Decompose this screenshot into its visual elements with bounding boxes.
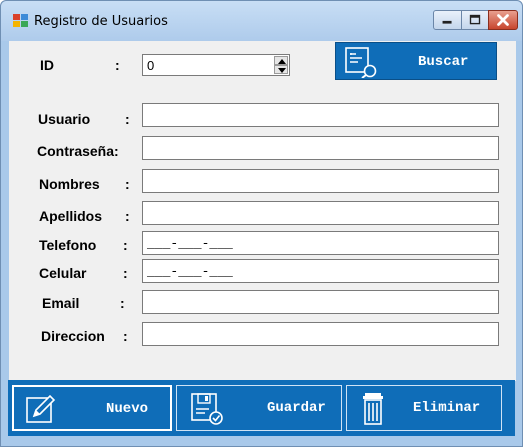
trash-icon <box>363 393 383 425</box>
celular-input[interactable]: ___-___-___ <box>142 259 499 283</box>
id-numeric-input[interactable]: 0 <box>142 54 290 76</box>
usuario-input[interactable] <box>142 103 499 127</box>
usuario-label: Usuario <box>38 111 91 127</box>
app-icon <box>13 14 29 28</box>
apellidos-input[interactable] <box>142 201 499 225</box>
search-button-label[interactable]: Buscar <box>418 54 468 70</box>
direccion-label: Direccion <box>41 328 105 344</box>
id-label: ID <box>40 57 54 73</box>
telefono-label: Telefono <box>39 237 97 253</box>
title-bar[interactable]: Registro de Usuarios <box>1 1 522 41</box>
celular-colon: : <box>123 265 128 281</box>
email-input[interactable] <box>142 290 499 314</box>
maximize-icon <box>469 14 481 25</box>
spin-up-button[interactable] <box>274 56 288 65</box>
delete-button[interactable]: Eliminar <box>346 385 502 431</box>
id-colon: : <box>115 57 120 73</box>
spin-down-button[interactable] <box>274 65 288 74</box>
search-button[interactable]: Buscar <box>335 42 497 80</box>
apellidos-label: Apellidos <box>39 208 103 224</box>
save-button[interactable]: Guardar <box>176 385 342 431</box>
save-icon <box>191 393 223 425</box>
email-label: Email <box>42 295 80 311</box>
nombres-label: Nombres <box>39 176 100 192</box>
direccion-colon: : <box>123 328 128 344</box>
maximize-button[interactable] <box>461 10 489 30</box>
delete-button-label[interactable]: Eliminar <box>413 400 480 416</box>
new-button-label[interactable]: Nuevo <box>106 401 148 417</box>
telefono-input[interactable]: ___-___-___ <box>142 231 499 255</box>
caret-up-icon <box>278 59 286 64</box>
caret-down-icon <box>278 68 286 73</box>
celular-label: Celular <box>39 265 87 281</box>
direccion-input[interactable] <box>142 322 499 346</box>
document-search-icon <box>345 47 377 78</box>
close-icon <box>497 14 509 26</box>
nombres-input[interactable] <box>142 169 499 193</box>
email-colon: : <box>120 295 125 311</box>
id-value[interactable]: 0 <box>147 58 154 73</box>
usuario-colon: : <box>125 111 130 127</box>
telefono-colon: : <box>123 237 128 253</box>
apellidos-colon: : <box>125 208 130 224</box>
contrasena-label: Contraseña: <box>37 143 119 159</box>
contrasena-input[interactable] <box>142 136 499 160</box>
edit-icon <box>26 394 56 423</box>
nombres-colon: : <box>125 176 130 192</box>
minimize-button[interactable] <box>433 10 462 30</box>
save-button-label[interactable]: Guardar <box>267 400 326 416</box>
id-spinner[interactable] <box>274 56 288 74</box>
window-title: Registro de Usuarios <box>34 14 168 29</box>
close-button[interactable] <box>488 10 518 30</box>
new-button[interactable]: Nuevo <box>12 385 172 431</box>
minimize-icon <box>442 20 452 24</box>
